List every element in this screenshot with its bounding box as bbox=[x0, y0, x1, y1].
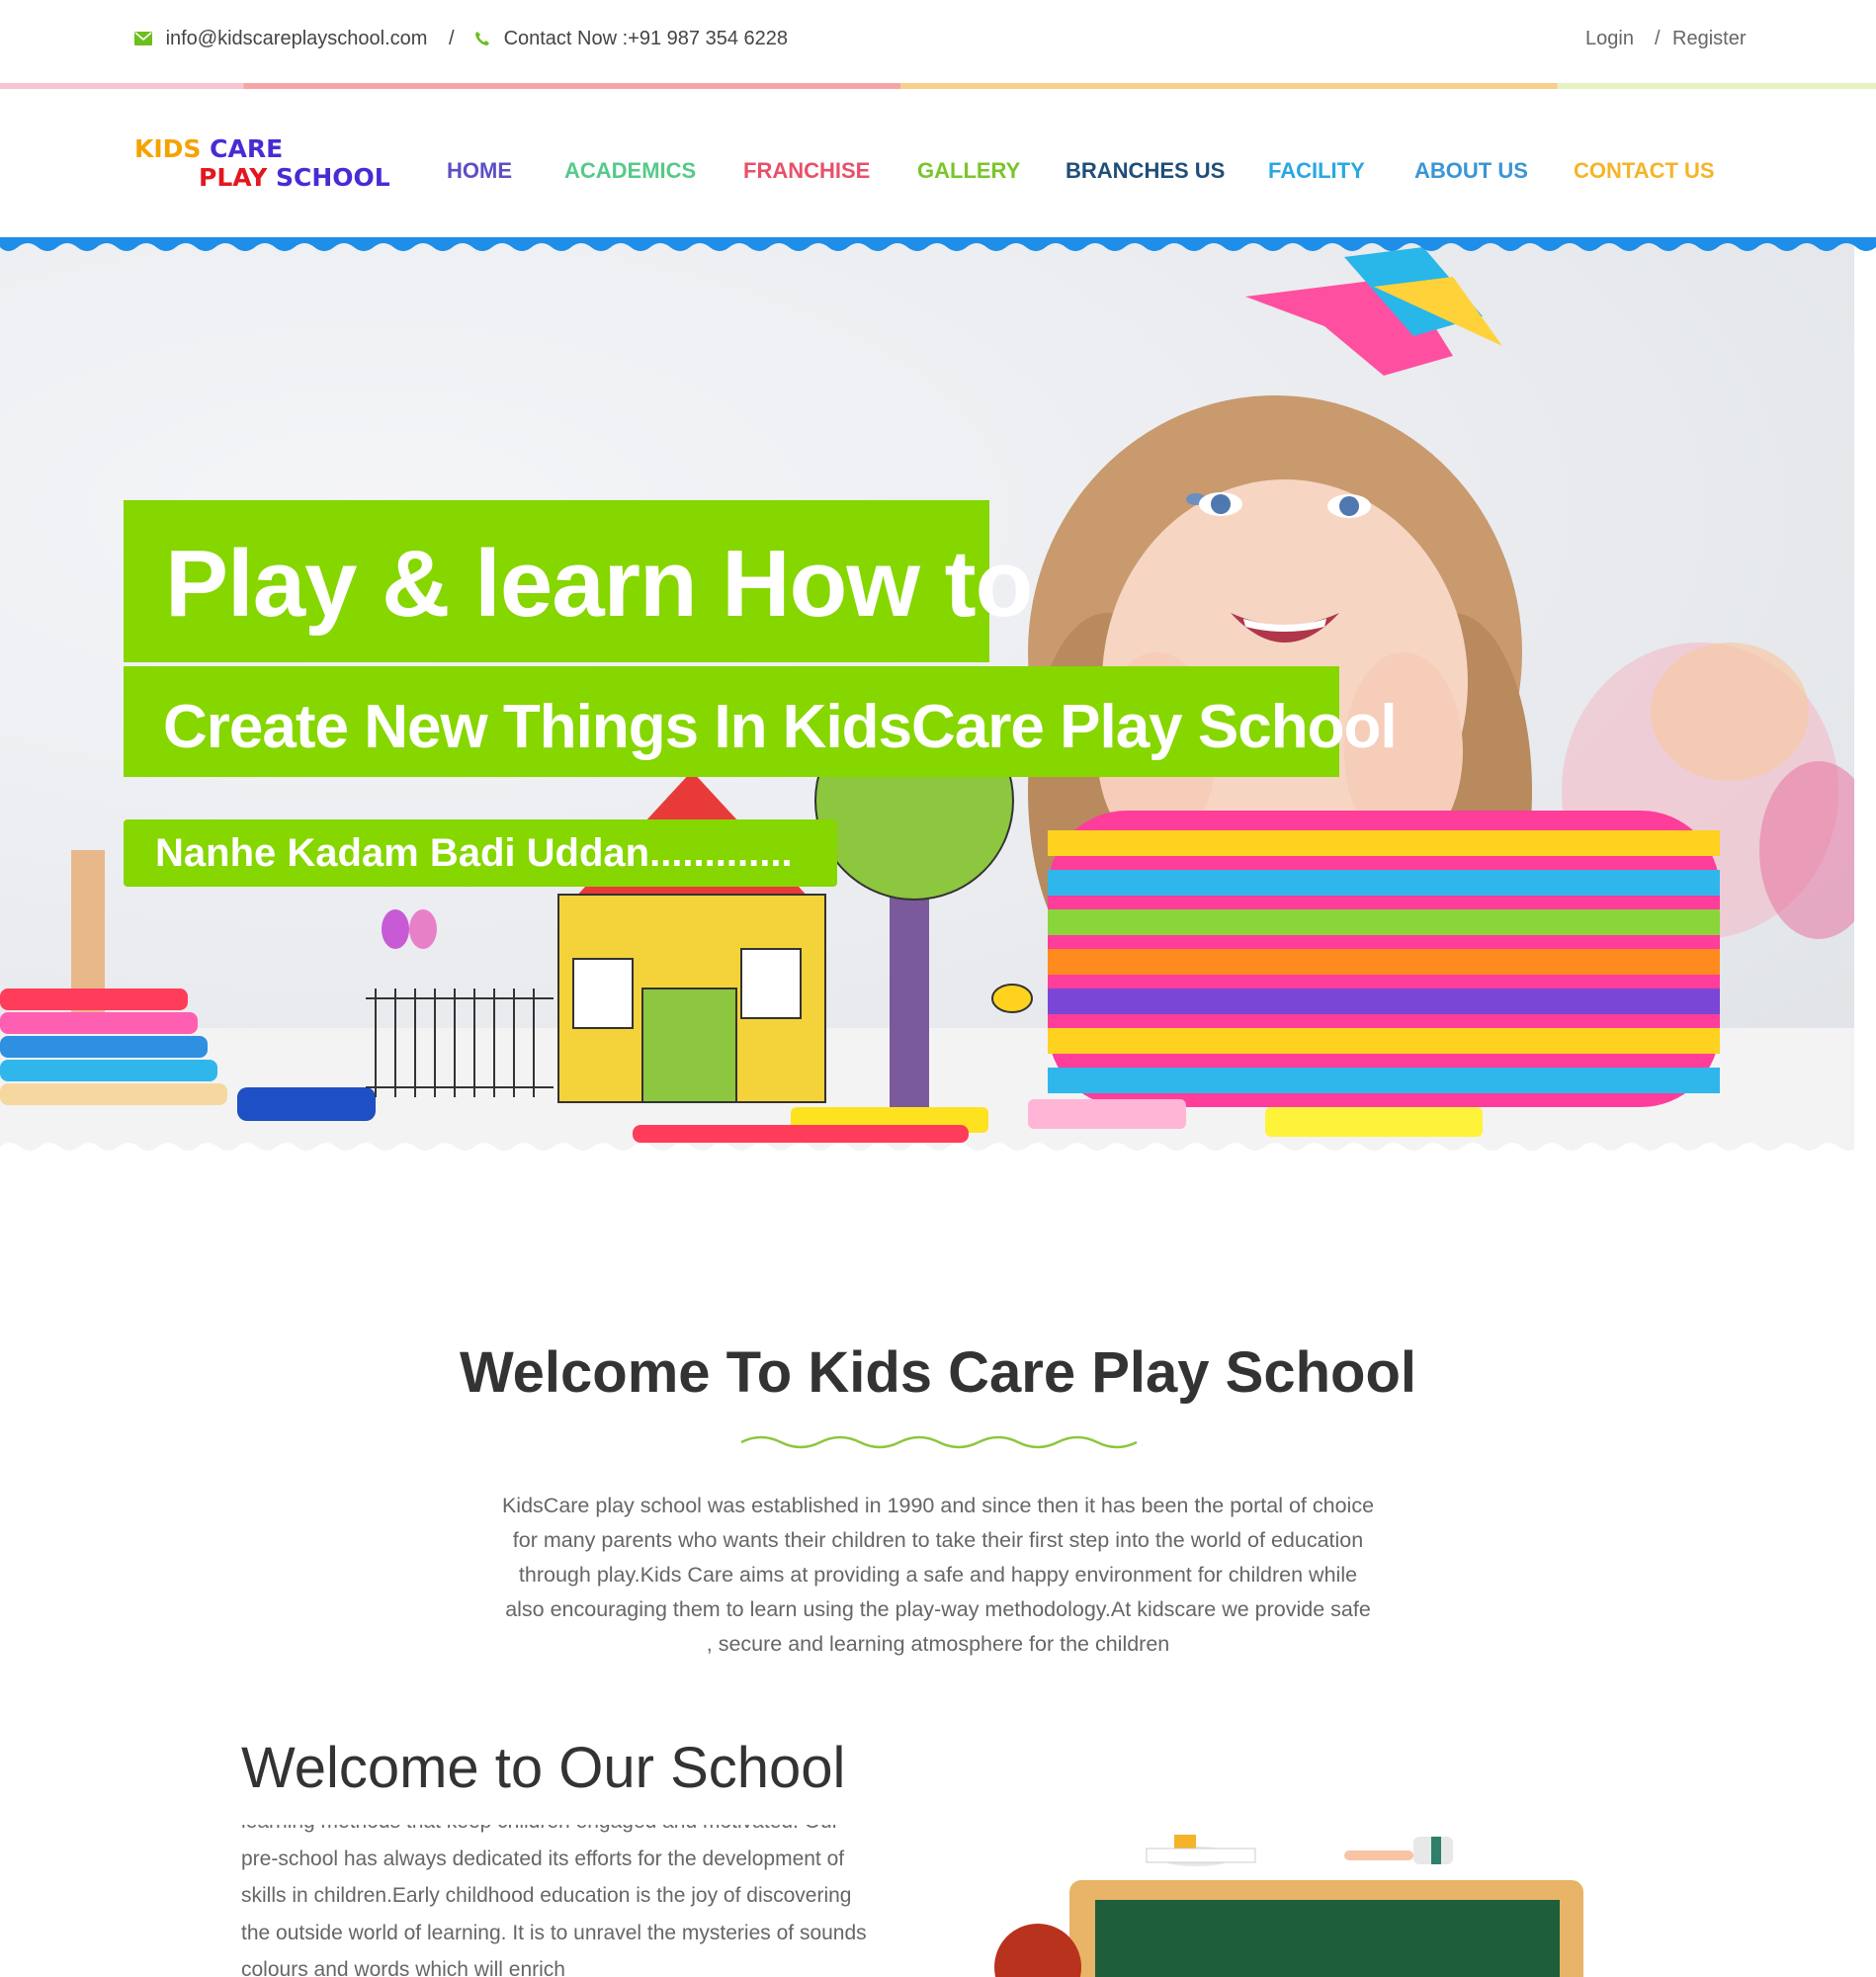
school-text-scroll[interactable]: learning methods that keep children enga… bbox=[241, 1825, 894, 1977]
welcome-line: for many parents who wants their childre… bbox=[512, 1528, 1364, 1552]
email-link[interactable]: info@kidscareplayschool.com bbox=[134, 28, 427, 50]
chalkboard-illustration bbox=[994, 1835, 1583, 1977]
hero-wave-bottom bbox=[0, 1143, 1876, 1162]
header: KIDS CARE PLAY SCHOOL HOME ACADEMICS FRA… bbox=[0, 89, 1876, 237]
logo-care: CARE bbox=[210, 134, 284, 163]
school-line: skills in children.Early childhood educa… bbox=[241, 1884, 852, 1907]
nav-home[interactable]: HOME bbox=[447, 158, 512, 184]
auth-separator: / bbox=[1655, 28, 1661, 49]
welcome-line: through play.Kids Care aims at providing… bbox=[518, 1563, 1358, 1587]
squiggle-divider bbox=[740, 1435, 1138, 1449]
hero-headline-1-box: Play & learn How to bbox=[124, 500, 1033, 662]
contact-text: Contact Now :+91 987 354 6228 bbox=[503, 28, 788, 49]
school-line: pre-school has always dedicated its effo… bbox=[241, 1847, 845, 1870]
hero-tagline: Nanhe Kadam Badi Uddan............. bbox=[155, 831, 793, 875]
nav-contact[interactable]: CONTACT US bbox=[1574, 158, 1715, 184]
welcome-line: , secure and learning atmosphere for the… bbox=[706, 1632, 1170, 1656]
school-line: learning methods that keep children enga… bbox=[241, 1825, 867, 1841]
topbar-separator: / bbox=[449, 28, 455, 49]
school-paragraph: learning methods that keep children enga… bbox=[241, 1825, 867, 1977]
logo-play: PLAY bbox=[199, 163, 268, 192]
welcome-line: also encouraging them to learn using the… bbox=[505, 1597, 1371, 1621]
hero-tagline-box: Nanhe Kadam Badi Uddan............. bbox=[124, 819, 837, 887]
nav-branches[interactable]: BRANCHES US bbox=[1066, 158, 1225, 184]
hero-wave-top bbox=[0, 237, 1876, 251]
envelope-icon bbox=[134, 28, 166, 49]
welcome-paragraph: KidsCare play school was established in … bbox=[480, 1489, 1396, 1662]
school-line: colours and words which will enrich bbox=[241, 1958, 565, 1977]
phone-icon bbox=[474, 28, 504, 49]
nav-gallery[interactable]: GALLERY bbox=[917, 158, 1020, 184]
hero-headline-2: Create New Things In KidsCare Play Schoo… bbox=[163, 693, 1398, 761]
contact-link[interactable]: Contact Now :+91 987 354 6228 bbox=[474, 28, 788, 50]
hero-banner: Play & learn How to Create New Things In… bbox=[0, 237, 1854, 1153]
register-link[interactable]: Register bbox=[1672, 28, 1746, 50]
top-bar: info@kidscareplayschool.com / Contact No… bbox=[0, 0, 1876, 83]
nav-academics[interactable]: ACADEMICS bbox=[564, 158, 696, 184]
nav-facility[interactable]: FACILITY bbox=[1268, 158, 1365, 184]
logo-kids: KIDS bbox=[134, 134, 202, 163]
hero-headline-2-box: Create New Things In KidsCare Play Schoo… bbox=[124, 666, 1398, 777]
login-link[interactable]: Login bbox=[1585, 28, 1634, 50]
school-title: Welcome to Our School bbox=[241, 1736, 846, 1800]
email-text: info@kidscareplayschool.com bbox=[165, 28, 428, 49]
school-line: the outside world of learning. It is to … bbox=[241, 1921, 867, 1944]
welcome-line: KidsCare play school was established in … bbox=[501, 1494, 1375, 1517]
nav-about[interactable]: ABOUT US bbox=[1414, 158, 1528, 184]
logo[interactable]: KIDS CARE PLAY SCHOOL bbox=[134, 136, 390, 190]
logo-school: SCHOOL bbox=[276, 163, 390, 192]
hero-headline-1: Play & learn How to bbox=[165, 531, 1033, 637]
welcome-title: Welcome To Kids Care Play School bbox=[459, 1340, 1417, 1405]
nav-franchise[interactable]: FRANCHISE bbox=[743, 158, 870, 184]
